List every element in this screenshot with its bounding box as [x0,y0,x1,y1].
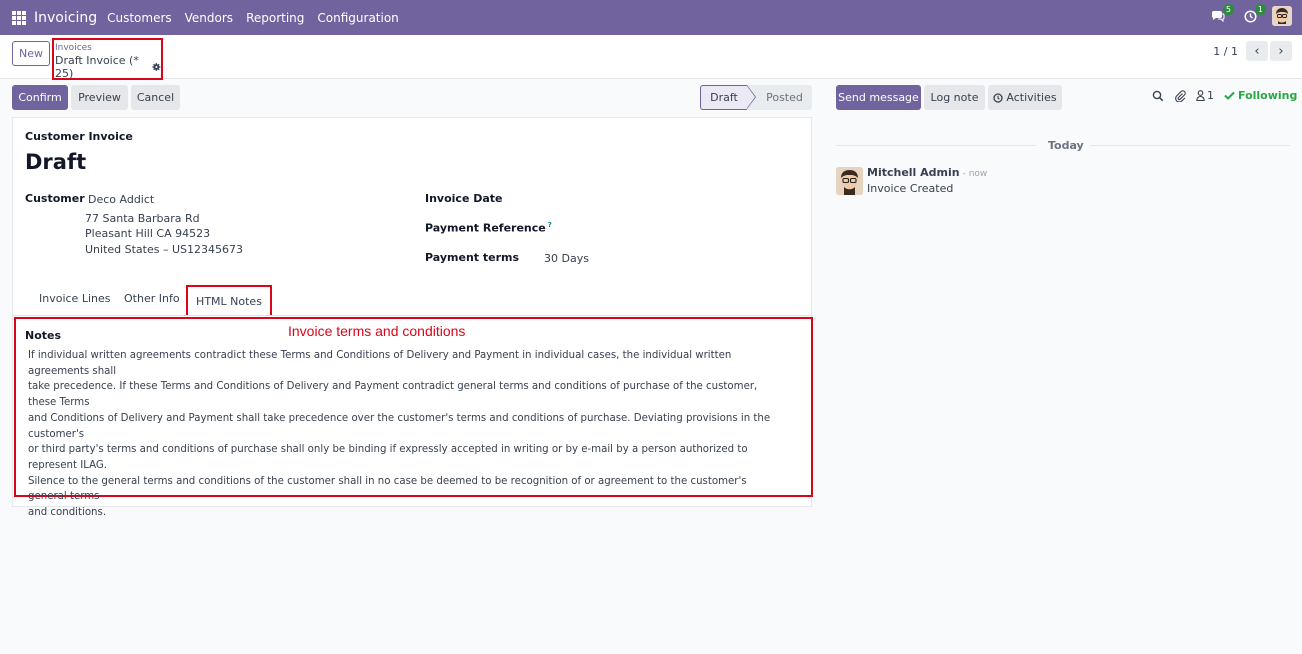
followers-count: 1 [1207,89,1214,102]
chatter-topbar-tools: 1 Following [1152,89,1297,102]
chevron-right-icon: › [1278,43,1284,59]
followers-button[interactable]: 1 [1196,89,1214,102]
pager: 1 / 1 ‹ › [1213,41,1292,61]
following-button[interactable]: Following [1224,89,1297,102]
status-draft[interactable]: Draft [700,85,756,110]
messages-badge: 5 [1222,4,1234,15]
send-message-button[interactable]: Send message [836,85,921,110]
customer-address-line: 77 Santa Barbara Rd [85,212,200,225]
annotation-label: Invoice terms and conditions [288,323,466,339]
apps-menu-icon[interactable] [12,10,26,25]
activities-button-label: Activities [1006,91,1057,104]
cancel-button[interactable]: Cancel [131,85,180,110]
customer-address-line: Pleasant Hill CA 94523 [85,227,211,240]
document-type: Customer Invoice [25,130,133,143]
date-divider-today: Today [1048,139,1084,152]
tab-other-info[interactable]: Other Info [124,292,180,305]
tab-invoice-lines[interactable]: Invoice Lines [39,292,110,305]
payment-reference-label-text: Payment Reference [425,221,546,235]
following-label: Following [1238,89,1298,102]
message-author: Mitchell Admin - now [867,166,987,179]
tab-html-notes[interactable]: HTML Notes [186,285,272,315]
control-panel: New Invoices Draft Invoice (* 25) 1 / 1 … [0,35,1302,80]
notes-line: and conditions. [28,507,107,519]
pager-value[interactable]: 1 / 1 [1213,45,1238,58]
activities-button[interactable]: Activities [988,85,1062,110]
menu-vendors[interactable]: Vendors [185,11,233,25]
menu-customers[interactable]: Customers [107,11,172,25]
search-icon[interactable] [1152,90,1164,102]
check-icon [1224,91,1235,100]
notes-line: or third party's terms and conditions of… [28,444,748,471]
activity-clock-icon[interactable]: 1 [1240,4,1266,26]
notebook-tabs: Invoice Lines Other Info [13,286,813,316]
chevron-left-icon: ‹ [1254,43,1260,59]
payment-reference-label: Payment Reference? [425,221,552,235]
document-name: Draft [25,150,87,174]
message-author-name[interactable]: Mitchell Admin [867,166,960,179]
top-navbar: Invoicing Customers Vendors Reporting Co… [0,0,1302,35]
pager-next-button[interactable]: › [1270,41,1292,61]
preview-button[interactable]: Preview [71,85,128,110]
notes-line: take precedence. If these Terms and Cond… [28,381,758,409]
customer-address-line: United States – US12345673 [85,243,244,256]
menu-reporting[interactable]: Reporting [246,11,304,25]
notes-line: If individual written agreements contrad… [28,350,732,377]
message-time: - now [962,169,988,179]
menu-configuration[interactable]: Configuration [317,11,398,25]
payment-terms-label: Payment terms [425,251,520,264]
date-divider-line [1090,145,1290,146]
breadcrumb-current-label: Draft Invoice (* 25) [55,54,139,80]
breadcrumb-current: Draft Invoice (* 25) [55,54,161,80]
date-divider-line [836,145,1036,146]
notes-editor[interactable]: If individual written agreements contrad… [28,348,773,521]
gear-icon[interactable] [152,62,161,72]
status-bar: Draft Posted [700,85,812,110]
messaging-icon[interactable]: 5 [1208,4,1234,26]
notes-line: and Conditions of Delivery and Payment s… [28,412,771,440]
user-avatar[interactable] [1272,6,1292,26]
user-icon [1196,90,1205,101]
notes-line: Silence to the general terms and conditi… [28,475,747,503]
notes-section: Notes Invoice terms and conditions If in… [14,317,813,518]
app-name[interactable]: Invoicing [34,10,97,26]
avatar[interactable] [836,167,863,195]
customer-field[interactable]: Deco Addict [88,193,154,206]
activities-badge: 1 [1254,4,1266,15]
confirm-button[interactable]: Confirm [12,85,68,110]
notes-label: Notes [25,329,62,342]
log-note-button[interactable]: Log note [924,85,985,110]
paperclip-icon[interactable] [1174,89,1186,102]
new-button[interactable]: New [12,41,50,66]
help-tooltip-icon[interactable]: ? [548,221,552,229]
breadcrumb-invoices-link[interactable]: Invoices [55,43,161,53]
clock-icon [993,92,1004,103]
breadcrumb: Invoices Draft Invoice (* 25) [52,38,163,80]
message-body: Invoice Created [867,182,954,195]
pager-previous-button[interactable]: ‹ [1246,41,1268,61]
customer-label: Customer [25,192,85,205]
invoice-date-label: Invoice Date [425,192,503,205]
payment-terms-field[interactable]: 30 Days [544,252,589,265]
status-posted[interactable]: Posted [747,85,812,110]
